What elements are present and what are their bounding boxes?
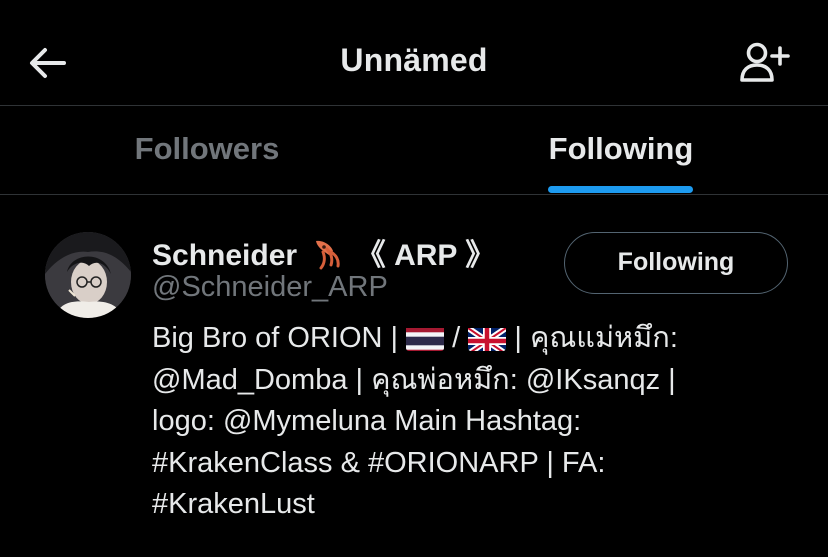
bio-line-4: #KrakenClass & #ORIONARP | FA: — [152, 446, 606, 479]
tab-followers-label: Followers — [134, 131, 280, 166]
bio-separator: / — [452, 322, 469, 354]
user-display-name[interactable]: Schneider 《 ARP 》 — [152, 230, 495, 274]
user-handle[interactable]: @Schneider_ARP — [152, 271, 388, 304]
display-name-suffix: 《 ARP 》 — [355, 239, 496, 272]
bio-line-5: #KrakenLust — [152, 488, 315, 520]
bio-line-3: logo: @Mymeluna Main Hashtag: — [152, 405, 582, 437]
avatar[interactable] — [45, 232, 131, 318]
person-add-icon — [740, 42, 790, 82]
bio-text: | คุณแม่หมึก: — [514, 322, 678, 354]
thailand-flag-icon — [406, 325, 445, 351]
display-name-text: Schneider — [152, 239, 298, 272]
active-tab-indicator — [548, 186, 693, 193]
following-button[interactable]: Following — [564, 232, 788, 294]
page-title: Unnämed — [340, 42, 488, 78]
avatar-image-icon — [45, 232, 131, 318]
uk-flag-icon — [468, 325, 507, 351]
user-bio: Big Bro of ORION | / | คุณแม่หมึก: @Mad_… — [152, 318, 792, 526]
bio-text: Big Bro of ORION | — [152, 322, 407, 354]
squid-icon — [309, 237, 343, 271]
tab-followers[interactable]: Followers — [0, 106, 414, 194]
bio-line-2: @Mad_Domba | คุณพ่อหมึก: @IKsanqz | — [152, 363, 676, 396]
top-bar: Unnämed — [0, 0, 828, 106]
user-list-item[interactable]: Schneider 《 ARP 》 @Schneider_ARP Followi… — [0, 196, 828, 557]
bio-line-1: Big Bro of ORION | / | คุณแม่หมึก: — [152, 318, 792, 360]
tab-following-label: Following — [548, 131, 694, 166]
tab-bar: Followers Following — [0, 106, 828, 195]
tab-following[interactable]: Following — [414, 106, 828, 194]
add-user-button[interactable] — [738, 40, 792, 84]
